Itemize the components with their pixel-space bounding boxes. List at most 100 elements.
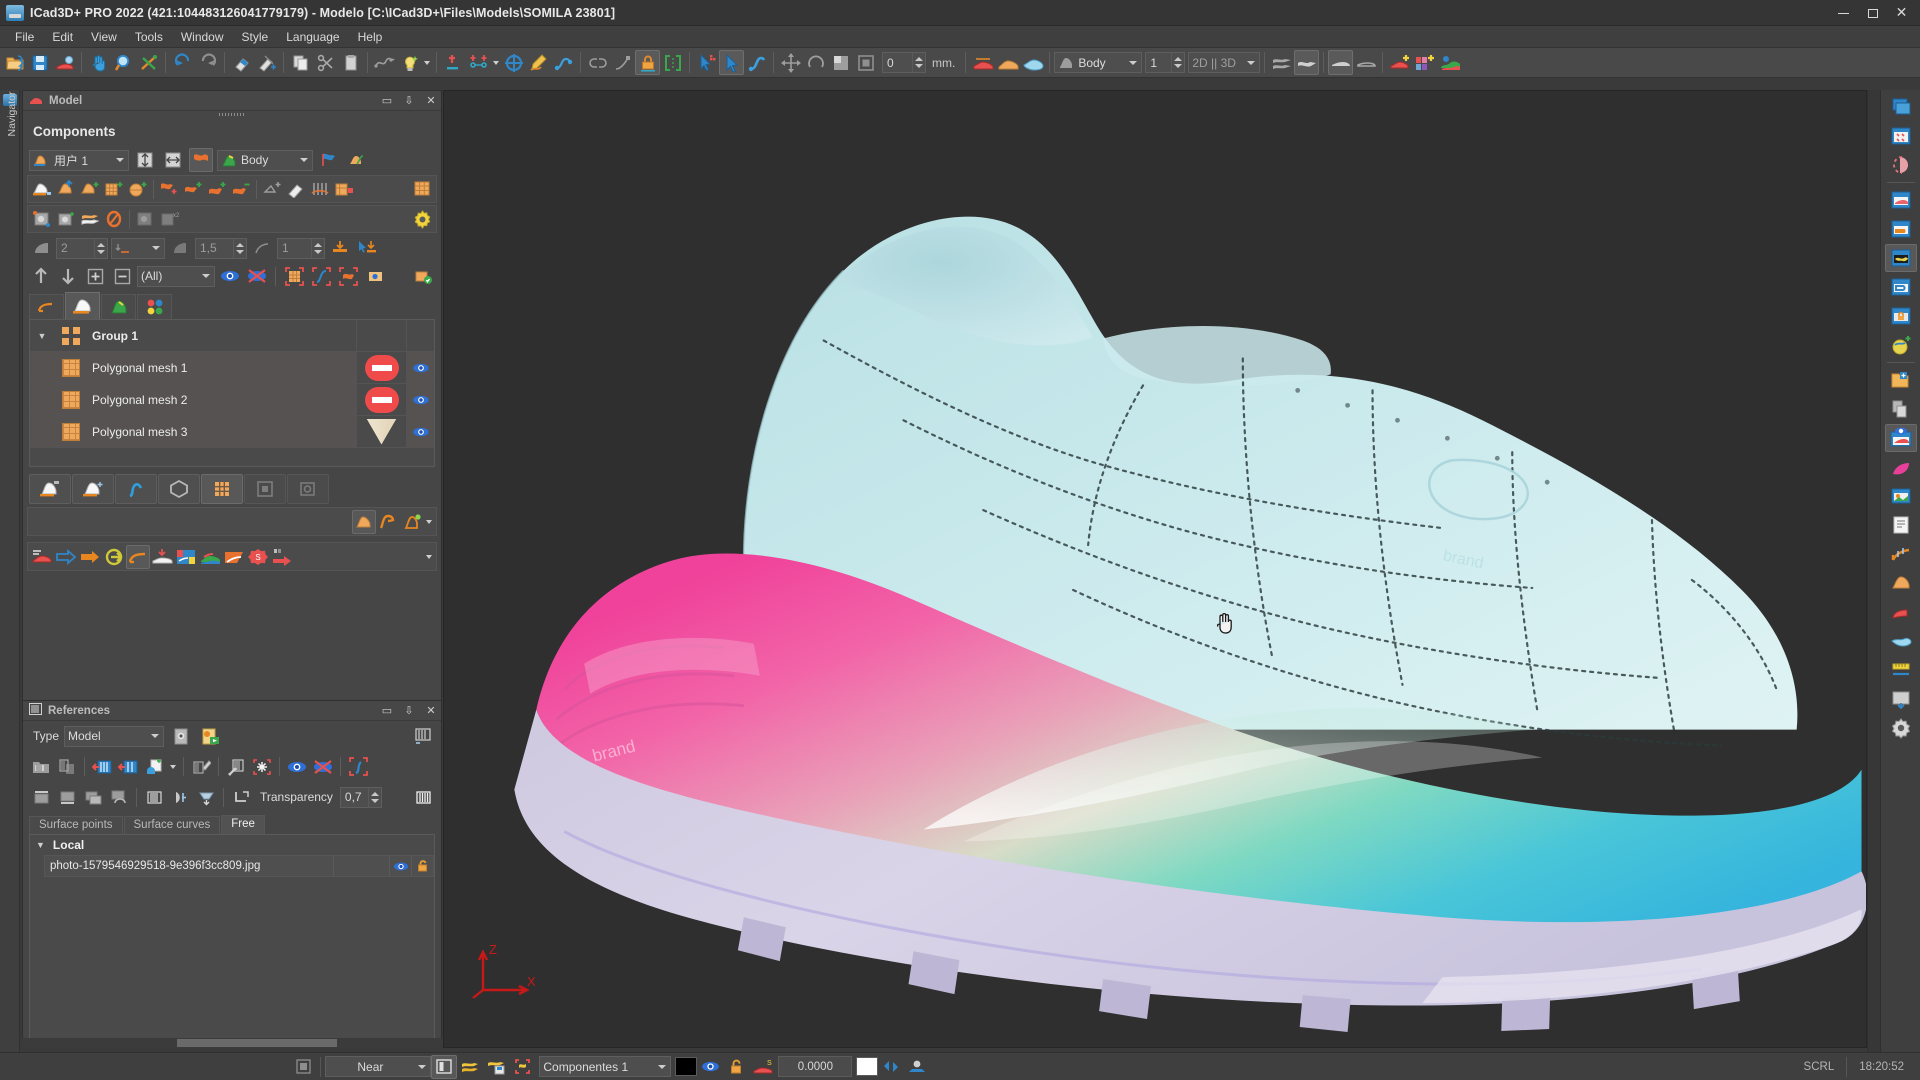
swap-icon[interactable] xyxy=(878,1055,904,1079)
notes-icon[interactable] xyxy=(1885,511,1917,539)
shoe-shell-icon[interactable] xyxy=(1294,50,1319,75)
filter-combo-arrow-icon[interactable] xyxy=(199,274,212,278)
mesh-eraser-icon[interactable] xyxy=(284,177,308,201)
shoe-outline-icon[interactable] xyxy=(1353,50,1378,75)
mode-mesh-icon[interactable] xyxy=(201,474,243,504)
reference-scale-icon[interactable] xyxy=(142,755,166,779)
panel-body-combo-arrow-icon[interactable] xyxy=(297,158,310,162)
menu-style[interactable]: Style xyxy=(233,28,278,46)
mode-box-icon[interactable] xyxy=(287,474,329,504)
row-eye-icon[interactable] xyxy=(406,352,434,383)
select-surface-icon[interactable] xyxy=(363,264,387,288)
view-mode-combo[interactable]: 2D || 3D xyxy=(1188,52,1260,73)
zero-offset-icon[interactable] xyxy=(102,207,126,231)
filter-combo[interactable]: (All) xyxy=(137,266,215,287)
arrow-select-icon[interactable] xyxy=(719,50,744,75)
shoe-last-icon[interactable] xyxy=(995,50,1020,75)
curve-select-icon[interactable] xyxy=(744,50,769,75)
eye-icon[interactable] xyxy=(697,1055,723,1079)
reference-view-icon[interactable] xyxy=(169,724,193,748)
unit-value-spinner[interactable]: 0 xyxy=(882,52,926,73)
reference-hide-icon[interactable] xyxy=(311,755,335,779)
sole-window-icon[interactable] xyxy=(1885,215,1917,243)
list-item[interactable]: photo-1579546929518-9e396f3cc809.jpg xyxy=(44,855,434,877)
model-panel-restore-button[interactable]: ▭ xyxy=(379,93,395,109)
color-pink-icon[interactable] xyxy=(1885,453,1917,481)
link-icon[interactable] xyxy=(585,50,610,75)
bbox-icon[interactable] xyxy=(509,1055,535,1079)
row-eye-icon[interactable] xyxy=(406,416,434,447)
arrow-outline-icon[interactable] xyxy=(54,545,78,569)
export-icon[interactable] xyxy=(1885,685,1917,713)
layers-yellow-icon[interactable] xyxy=(457,1055,483,1079)
transparency-spinner-buttons[interactable] xyxy=(368,788,381,807)
segments-spinner-buttons[interactable] xyxy=(311,239,324,258)
mesh-new-icon[interactable] xyxy=(102,177,126,201)
mesh-grid-icon[interactable] xyxy=(410,177,434,201)
snap-icon[interactable] xyxy=(290,1055,316,1079)
palette-add-icon[interactable] xyxy=(1412,50,1437,75)
reference-edit-icon[interactable] xyxy=(189,755,213,779)
surface-points-icon[interactable] xyxy=(30,207,54,231)
align-top-icon[interactable] xyxy=(29,785,53,809)
reference-list-icon[interactable] xyxy=(411,724,435,748)
undo-icon[interactable] xyxy=(170,50,195,75)
move-icon[interactable] xyxy=(778,50,803,75)
pencil-curve-icon[interactable] xyxy=(526,50,551,75)
layer-spinner-buttons[interactable] xyxy=(1171,53,1184,72)
style-marked-icon[interactable] xyxy=(400,510,424,534)
segments-spinner[interactable]: 1 xyxy=(277,238,325,259)
shoe-import-icon[interactable] xyxy=(150,545,174,569)
layer-spinner[interactable]: 1 xyxy=(1145,52,1185,73)
lock-icon[interactable] xyxy=(635,50,660,75)
reference-unlock-icon[interactable] xyxy=(411,856,433,876)
flag-remove-icon[interactable] xyxy=(229,177,253,201)
finishing-dropdown-caret-icon[interactable] xyxy=(424,544,434,569)
open-folder-icon[interactable] xyxy=(2,50,27,75)
numeric-value-field[interactable]: 0.0000 xyxy=(778,1056,852,1077)
table-row[interactable]: ▼ Group 1 xyxy=(30,320,434,352)
tab-free[interactable]: Free xyxy=(221,815,265,834)
mesh-lock-icon[interactable] xyxy=(332,177,356,201)
reference-barcode-icon[interactable] xyxy=(142,785,166,809)
pattern-window-icon[interactable] xyxy=(1885,244,1917,272)
shoe-sole-icon[interactable] xyxy=(1020,50,1045,75)
offset-spinner[interactable]: 2 xyxy=(56,238,108,259)
panel-body-combo[interactable]: Body xyxy=(217,150,313,171)
expand-all-icon[interactable] xyxy=(83,264,107,288)
tab-colors[interactable] xyxy=(137,294,172,319)
segments-param-icon[interactable] xyxy=(250,236,274,260)
sneaker-3d-model[interactable]: brand brand xyxy=(444,91,1866,1047)
zoom-magnifier-icon[interactable] xyxy=(111,50,136,75)
mode-curve-icon[interactable] xyxy=(115,474,157,504)
cut-pattern-icon[interactable] xyxy=(222,545,246,569)
menu-file[interactable]: File xyxy=(6,28,43,46)
cut-scissors-icon[interactable] xyxy=(313,50,338,75)
box-icon[interactable] xyxy=(853,50,878,75)
reference-group-local[interactable]: ▼ Local xyxy=(30,835,434,855)
type-combo-arrow-icon[interactable] xyxy=(148,734,161,738)
grade-icon[interactable] xyxy=(1885,540,1917,568)
fit-vertical-icon[interactable] xyxy=(133,148,157,172)
tab-surface-curves[interactable]: Surface curves xyxy=(124,816,221,834)
table-row[interactable]: Polygonal mesh 1 xyxy=(30,352,434,384)
reference-grid-icon[interactable] xyxy=(411,785,435,809)
reference-scale-caret-icon[interactable] xyxy=(168,754,178,779)
hide-all-icon[interactable] xyxy=(245,264,269,288)
layers-sole-icon[interactable] xyxy=(78,207,102,231)
sole-unit-icon[interactable] xyxy=(1885,627,1917,655)
menu-tools[interactable]: Tools xyxy=(126,28,172,46)
light-bulb-icon[interactable] xyxy=(397,50,422,75)
apply-down-icon[interactable] xyxy=(328,236,352,260)
arrow-filled-icon[interactable] xyxy=(78,545,102,569)
shoe-window-icon[interactable] xyxy=(1885,186,1917,214)
align-curve-icon[interactable] xyxy=(107,785,131,809)
menu-language[interactable]: Language xyxy=(277,28,348,46)
arrow-measure-icon[interactable] xyxy=(270,545,294,569)
last-new-icon[interactable] xyxy=(78,177,102,201)
menu-help[interactable]: Help xyxy=(349,28,392,46)
black-color-swatch[interactable] xyxy=(675,1057,697,1076)
user-combo[interactable]: 用户 1 xyxy=(29,150,129,171)
settings-icon[interactable] xyxy=(1885,714,1917,742)
mode-last-icon[interactable] xyxy=(29,474,71,504)
